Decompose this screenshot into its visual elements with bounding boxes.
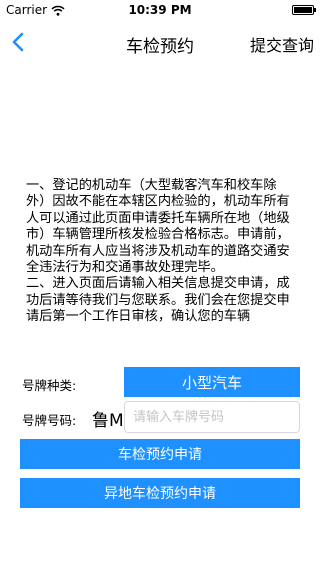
plate-number-input[interactable] [124,401,300,433]
submit-query-button[interactable]: 提交查询 [250,32,314,56]
plate-type-button[interactable]: 小型汽车 [124,367,300,397]
notice-paragraph-1: 一、登记的机动车（大型载客汽车和校车除外）因故不能在本辖区内检验的，机动车所有人… [26,178,290,276]
plate-prefix[interactable]: 鲁M [92,406,124,431]
status-bar: Carrier 10:39 PM [0,0,320,20]
plate-number-label: 号牌号码: [22,413,77,428]
notice-text: 一、登记的机动车（大型载客汽车和校车除外）因故不能在本辖区内检验的，机动车所有人… [26,178,296,340]
status-time: 10:39 PM [128,3,192,17]
battery-icon [292,5,316,15]
battery-fill [294,7,312,13]
plate-type-label: 号牌种类: [22,378,77,393]
remote-inspection-appointment-button[interactable]: 异地车检预约申请 [20,478,300,508]
notice-paragraph-2: 二、进入页面后请输入相关信息提交申请，成功后请等待我们与您联系。我们会在您提交申… [26,276,290,325]
inspection-appointment-button[interactable]: 车检预约申请 [20,439,300,469]
navigation-bar: 车检预约 提交查询 [0,20,320,64]
